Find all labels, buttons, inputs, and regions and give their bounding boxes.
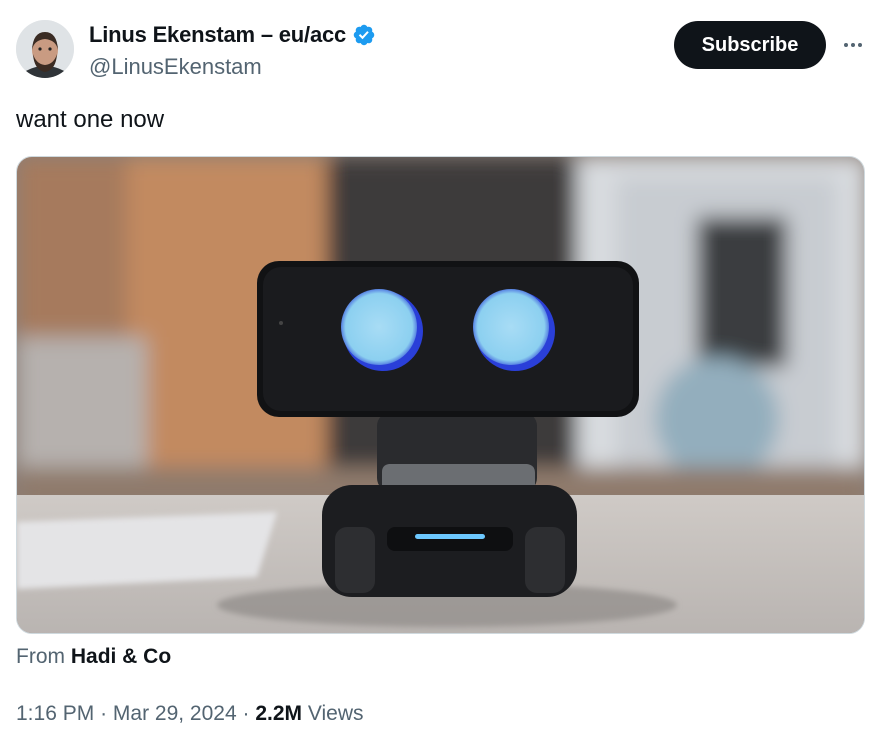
tweet-meta: 1:16 PM · Mar 29, 2024 · 2.2M Views <box>16 702 364 726</box>
meta-separator-2: · <box>242 702 250 725</box>
avatar-image <box>16 20 74 78</box>
author-name-row[interactable]: Linus Ekenstam – eu/acc <box>89 22 376 48</box>
more-horizontal-icon <box>844 43 862 47</box>
more-options-icon[interactable] <box>836 28 870 62</box>
author-avatar[interactable] <box>16 20 74 78</box>
tweet-time[interactable]: 1:16 PM <box>16 702 94 725</box>
tweet-media[interactable] <box>16 156 865 634</box>
meta-separator: · <box>100 702 108 725</box>
media-source[interactable]: From Hadi & Co <box>16 645 171 669</box>
author-display-name[interactable]: Linus Ekenstam – eu/acc <box>89 22 346 48</box>
views-label: Views <box>307 702 364 725</box>
subscribe-button[interactable]: Subscribe <box>674 21 826 69</box>
media-source-prefix: From <box>16 645 65 668</box>
tweet-date[interactable]: Mar 29, 2024 <box>113 702 237 725</box>
views-count: 2.2M <box>255 702 303 725</box>
robot-photo <box>17 157 864 633</box>
tweet-text: want one now <box>16 106 165 133</box>
verified-badge-icon <box>353 24 375 46</box>
media-source-name[interactable]: Hadi & Co <box>71 645 171 668</box>
author-handle[interactable]: @LinusEkenstam <box>89 54 262 80</box>
